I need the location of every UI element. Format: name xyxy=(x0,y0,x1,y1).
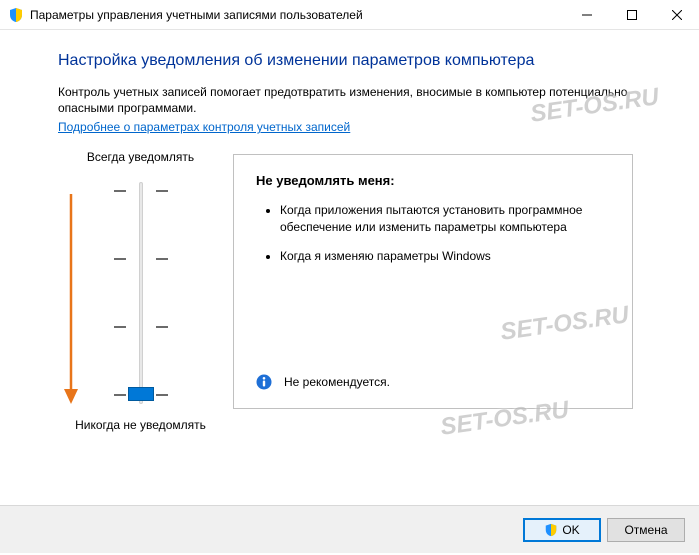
minimize-button[interactable] xyxy=(564,0,609,30)
shield-icon xyxy=(544,523,558,537)
shield-icon xyxy=(8,7,24,23)
slider-label-bottom: Никогда не уведомлять xyxy=(58,418,223,432)
info-panel: Не уведомлять меня: Когда приложения пыт… xyxy=(233,154,633,409)
ok-button-label: OK xyxy=(562,523,579,537)
arrow-annotation xyxy=(64,194,78,407)
slider-tick xyxy=(156,394,168,396)
description-text: Контроль учетных записей помогает предот… xyxy=(58,84,661,116)
slider-tick xyxy=(114,394,126,396)
ok-button[interactable]: OK xyxy=(523,518,601,542)
close-button[interactable] xyxy=(654,0,699,30)
slider-column: Всегда уведомлять Никогда не уведомлять xyxy=(58,154,223,409)
cancel-button-label: Отмена xyxy=(624,523,667,537)
slider-label-top: Всегда уведомлять xyxy=(58,150,223,164)
info-list: Когда приложения пытаются установить про… xyxy=(256,202,610,264)
window-title: Параметры управления учетными записями п… xyxy=(30,8,564,22)
slider-tick xyxy=(156,190,168,192)
page-heading: Настройка уведомления об изменении парам… xyxy=(58,52,661,70)
info-footer: Не рекомендуется. xyxy=(256,374,390,390)
slider-tick xyxy=(156,326,168,328)
maximize-button[interactable] xyxy=(609,0,654,30)
info-list-item: Когда я изменяю параметры Windows xyxy=(280,248,610,265)
slider-tick xyxy=(156,258,168,260)
notification-slider[interactable] xyxy=(132,180,152,406)
titlebar: Параметры управления учетными записями п… xyxy=(0,0,699,30)
content-area: Настройка уведомления об изменении парам… xyxy=(0,30,699,505)
window-controls xyxy=(564,0,699,29)
slider-thumb[interactable] xyxy=(128,387,154,401)
slider-tick xyxy=(114,326,126,328)
cancel-button[interactable]: Отмена xyxy=(607,518,685,542)
slider-area: Всегда уведомлять Никогда не уведомлять … xyxy=(58,154,661,409)
info-title: Не уведомлять меня: xyxy=(256,173,610,188)
info-icon xyxy=(256,374,272,390)
slider-tick xyxy=(114,190,126,192)
slider-tick xyxy=(114,258,126,260)
slider-track xyxy=(139,182,143,404)
recommendation-text: Не рекомендуется. xyxy=(284,375,390,389)
button-bar: OK Отмена xyxy=(0,505,699,553)
learn-more-link[interactable]: Подробнее о параметрах контроля учетных … xyxy=(58,120,350,134)
info-list-item: Когда приложения пытаются установить про… xyxy=(280,202,610,236)
